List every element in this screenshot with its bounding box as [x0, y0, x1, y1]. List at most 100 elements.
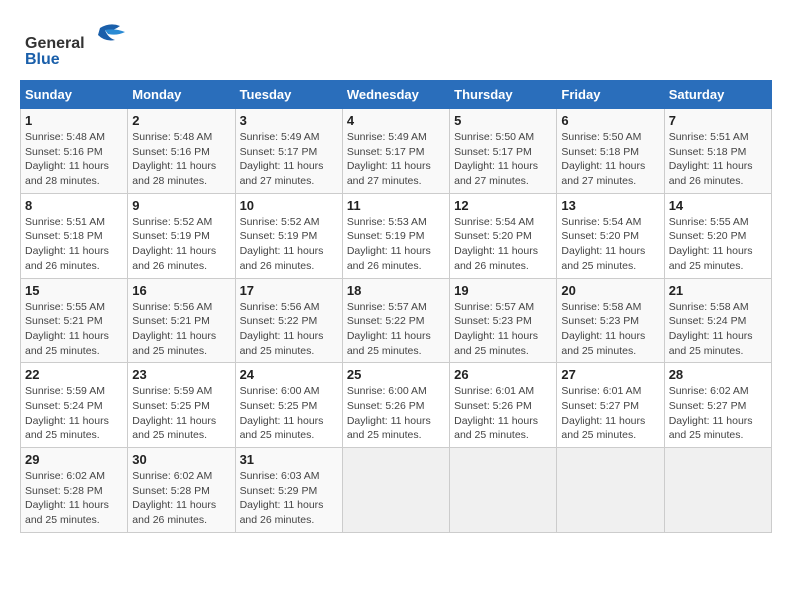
- calendar-day-cell: 11Sunrise: 5:53 AM Sunset: 5:19 PM Dayli…: [342, 193, 449, 278]
- day-number: 4: [347, 113, 445, 128]
- svg-text:General: General: [25, 35, 85, 52]
- day-number: 18: [347, 283, 445, 298]
- calendar-day-cell: 23Sunrise: 5:59 AM Sunset: 5:25 PM Dayli…: [128, 363, 235, 448]
- weekday-header-wednesday: Wednesday: [342, 81, 449, 109]
- calendar-day-cell: 16Sunrise: 5:56 AM Sunset: 5:21 PM Dayli…: [128, 278, 235, 363]
- page-header: General Blue: [20, 20, 772, 70]
- calendar-day-cell: 9 Sunrise: 5:52 AM Sunset: 5:19 PM Daylig…: [128, 193, 235, 278]
- day-info: Sunrise: 5:57 AM Sunset: 5:23 PM Dayligh…: [454, 300, 552, 359]
- calendar-week-row: 1 Sunrise: 5:48 AM Sunset: 5:16 PM Daylig…: [21, 109, 772, 194]
- day-number: 20: [561, 283, 659, 298]
- day-info: Sunrise: 5:54 AM Sunset: 5:20 PM Dayligh…: [561, 215, 659, 274]
- calendar-day-cell: 31 Sunrise: 6:03 AM Sunset: 5:29 PM Dayli…: [235, 448, 342, 533]
- calendar-day-cell: 30Sunrise: 6:02 AM Sunset: 5:28 PM Dayli…: [128, 448, 235, 533]
- day-number: 7: [669, 113, 767, 128]
- calendar-day-cell: [557, 448, 664, 533]
- logo: General Blue: [20, 20, 130, 70]
- day-info: Sunrise: 5:49 AM Sunset: 5:17 PM Dayligh…: [347, 130, 445, 189]
- day-info: Sunrise: 6:03 AM Sunset: 5:29 PM Dayligh…: [240, 469, 338, 528]
- day-info: Sunrise: 5:50 AM Sunset: 5:18 PM Dayligh…: [561, 130, 659, 189]
- day-info: Sunrise: 5:52 AM Sunset: 5:19 PM Dayligh…: [132, 215, 230, 274]
- weekday-header-thursday: Thursday: [450, 81, 557, 109]
- weekday-header-sunday: Sunday: [21, 81, 128, 109]
- day-number: 19: [454, 283, 552, 298]
- day-info: Sunrise: 6:02 AM Sunset: 5:27 PM Dayligh…: [669, 384, 767, 443]
- day-number: 22: [25, 367, 123, 382]
- calendar-day-cell: 15 Sunrise: 5:55 AM Sunset: 5:21 PM Dayli…: [21, 278, 128, 363]
- weekday-header-friday: Friday: [557, 81, 664, 109]
- day-number: 26: [454, 367, 552, 382]
- calendar-day-cell: 22 Sunrise: 5:59 AM Sunset: 5:24 PM Dayli…: [21, 363, 128, 448]
- day-info: Sunrise: 5:57 AM Sunset: 5:22 PM Dayligh…: [347, 300, 445, 359]
- calendar-day-cell: 26 Sunrise: 6:01 AM Sunset: 5:26 PM Dayli…: [450, 363, 557, 448]
- day-info: Sunrise: 6:00 AM Sunset: 5:25 PM Dayligh…: [240, 384, 338, 443]
- calendar-day-cell: 8 Sunrise: 5:51 AM Sunset: 5:18 PM Daylig…: [21, 193, 128, 278]
- day-number: 28: [669, 367, 767, 382]
- day-info: Sunrise: 5:58 AM Sunset: 5:24 PM Dayligh…: [669, 300, 767, 359]
- calendar-day-cell: [450, 448, 557, 533]
- day-number: 11: [347, 198, 445, 213]
- day-number: 31: [240, 452, 338, 467]
- day-info: Sunrise: 5:55 AM Sunset: 5:21 PM Dayligh…: [25, 300, 123, 359]
- day-number: 14: [669, 198, 767, 213]
- day-info: Sunrise: 6:02 AM Sunset: 5:28 PM Dayligh…: [25, 469, 123, 528]
- calendar-day-cell: 5 Sunrise: 5:50 AM Sunset: 5:17 PM Daylig…: [450, 109, 557, 194]
- calendar-day-cell: 13 Sunrise: 5:54 AM Sunset: 5:20 PM Dayli…: [557, 193, 664, 278]
- calendar-day-cell: 7 Sunrise: 5:51 AM Sunset: 5:18 PM Daylig…: [664, 109, 771, 194]
- day-number: 2: [132, 113, 230, 128]
- day-info: Sunrise: 5:51 AM Sunset: 5:18 PM Dayligh…: [25, 215, 123, 274]
- calendar-day-cell: 21 Sunrise: 5:58 AM Sunset: 5:24 PM Dayli…: [664, 278, 771, 363]
- day-info: Sunrise: 5:50 AM Sunset: 5:17 PM Dayligh…: [454, 130, 552, 189]
- calendar-day-cell: 2 Sunrise: 5:48 AM Sunset: 5:16 PM Daylig…: [128, 109, 235, 194]
- calendar-day-cell: [342, 448, 449, 533]
- day-number: 6: [561, 113, 659, 128]
- day-number: 9: [132, 198, 230, 213]
- day-info: Sunrise: 6:02 AM Sunset: 5:28 PM Dayligh…: [132, 469, 230, 528]
- calendar-header-row: SundayMondayTuesdayWednesdayThursdayFrid…: [21, 81, 772, 109]
- day-number: 23: [132, 367, 230, 382]
- weekday-header-tuesday: Tuesday: [235, 81, 342, 109]
- logo-svg: General Blue: [20, 20, 130, 70]
- calendar-day-cell: 4 Sunrise: 5:49 AM Sunset: 5:17 PM Daylig…: [342, 109, 449, 194]
- day-number: 29: [25, 452, 123, 467]
- day-info: Sunrise: 5:56 AM Sunset: 5:22 PM Dayligh…: [240, 300, 338, 359]
- calendar-day-cell: 25Sunrise: 6:00 AM Sunset: 5:26 PM Dayli…: [342, 363, 449, 448]
- day-info: Sunrise: 5:54 AM Sunset: 5:20 PM Dayligh…: [454, 215, 552, 274]
- day-info: Sunrise: 5:51 AM Sunset: 5:18 PM Dayligh…: [669, 130, 767, 189]
- day-info: Sunrise: 6:01 AM Sunset: 5:27 PM Dayligh…: [561, 384, 659, 443]
- day-info: Sunrise: 5:58 AM Sunset: 5:23 PM Dayligh…: [561, 300, 659, 359]
- weekday-header-monday: Monday: [128, 81, 235, 109]
- calendar-week-row: 15 Sunrise: 5:55 AM Sunset: 5:21 PM Dayli…: [21, 278, 772, 363]
- day-number: 5: [454, 113, 552, 128]
- day-number: 21: [669, 283, 767, 298]
- calendar-week-row: 22 Sunrise: 5:59 AM Sunset: 5:24 PM Dayli…: [21, 363, 772, 448]
- day-info: Sunrise: 5:48 AM Sunset: 5:16 PM Dayligh…: [25, 130, 123, 189]
- day-info: Sunrise: 6:01 AM Sunset: 5:26 PM Dayligh…: [454, 384, 552, 443]
- day-info: Sunrise: 5:48 AM Sunset: 5:16 PM Dayligh…: [132, 130, 230, 189]
- calendar-day-cell: 20 Sunrise: 5:58 AM Sunset: 5:23 PM Dayli…: [557, 278, 664, 363]
- day-info: Sunrise: 5:56 AM Sunset: 5:21 PM Dayligh…: [132, 300, 230, 359]
- day-number: 1: [25, 113, 123, 128]
- calendar-week-row: 29 Sunrise: 6:02 AM Sunset: 5:28 PM Dayli…: [21, 448, 772, 533]
- calendar-day-cell: [664, 448, 771, 533]
- day-number: 15: [25, 283, 123, 298]
- day-info: Sunrise: 5:55 AM Sunset: 5:20 PM Dayligh…: [669, 215, 767, 274]
- calendar-day-cell: 17 Sunrise: 5:56 AM Sunset: 5:22 PM Dayli…: [235, 278, 342, 363]
- day-number: 24: [240, 367, 338, 382]
- day-number: 13: [561, 198, 659, 213]
- calendar-day-cell: 28 Sunrise: 6:02 AM Sunset: 5:27 PM Dayli…: [664, 363, 771, 448]
- calendar-day-cell: 19 Sunrise: 5:57 AM Sunset: 5:23 PM Dayli…: [450, 278, 557, 363]
- day-info: Sunrise: 5:59 AM Sunset: 5:24 PM Dayligh…: [25, 384, 123, 443]
- svg-text:Blue: Blue: [25, 51, 60, 68]
- calendar-day-cell: 12 Sunrise: 5:54 AM Sunset: 5:20 PM Dayli…: [450, 193, 557, 278]
- weekday-header-saturday: Saturday: [664, 81, 771, 109]
- day-number: 27: [561, 367, 659, 382]
- day-number: 17: [240, 283, 338, 298]
- day-number: 8: [25, 198, 123, 213]
- day-number: 12: [454, 198, 552, 213]
- day-info: Sunrise: 5:49 AM Sunset: 5:17 PM Dayligh…: [240, 130, 338, 189]
- calendar-day-cell: 14 Sunrise: 5:55 AM Sunset: 5:20 PM Dayli…: [664, 193, 771, 278]
- calendar-day-cell: 1 Sunrise: 5:48 AM Sunset: 5:16 PM Daylig…: [21, 109, 128, 194]
- calendar-day-cell: 24 Sunrise: 6:00 AM Sunset: 5:25 PM Dayli…: [235, 363, 342, 448]
- calendar-day-cell: 3Sunrise: 5:49 AM Sunset: 5:17 PM Daylig…: [235, 109, 342, 194]
